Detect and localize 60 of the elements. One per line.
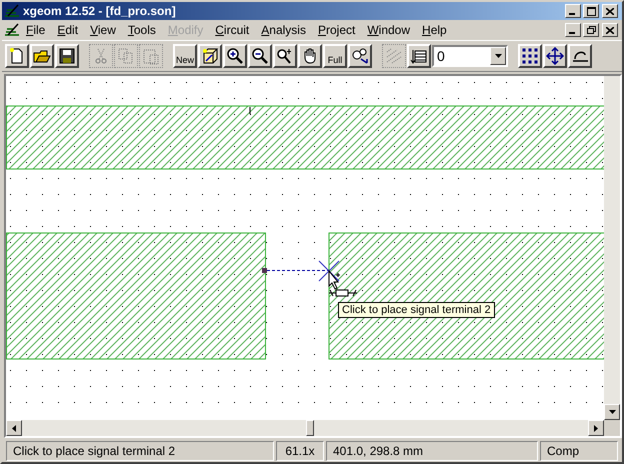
close-button[interactable] — [602, 4, 618, 18]
minimize-button[interactable] — [565, 4, 581, 18]
menu-item[interactable]: Edit — [51, 21, 84, 39]
menu-item[interactable]: Tools — [122, 21, 162, 39]
zoom-arrows-icon — [351, 47, 369, 65]
menu-item[interactable]: File — [20, 21, 52, 39]
menu-item[interactable]: Help — [416, 21, 453, 39]
hatched-strip[interactable] — [6, 106, 604, 170]
menu-item[interactable]: Project — [312, 21, 362, 39]
scrollbar-corner — [604, 420, 620, 436]
restore-button[interactable] — [583, 23, 599, 37]
toolbar-button[interactable]: New — [173, 44, 197, 68]
status-pane: Comp — [540, 441, 618, 461]
menu-item[interactable]: Window — [361, 21, 416, 39]
dropdown-arrow-icon — [494, 54, 502, 58]
zoom-in-icon — [226, 47, 244, 65]
close-icon — [606, 8, 614, 14]
copy-icon — [117, 47, 135, 65]
hatch-icon — [385, 47, 403, 65]
cube-icon — [201, 47, 219, 65]
minimize-button[interactable] — [565, 23, 581, 37]
menu-item[interactable]: View — [84, 21, 122, 39]
toolbar-button[interactable]: Full — [323, 44, 347, 68]
maximize-button[interactable] — [583, 4, 599, 18]
layout-canvas[interactable]: Click to place signal terminal 2 — [6, 76, 604, 420]
zoom-out-icon — [251, 47, 269, 65]
scroll-down-button[interactable] — [604, 404, 620, 420]
horizontal-scrollbar[interactable] — [6, 420, 604, 436]
menu-item[interactable]: Circuit — [209, 21, 256, 39]
move-arrows-icon — [546, 47, 564, 65]
layer-dropdown[interactable]: 0 — [432, 45, 508, 67]
window-title: xgeom 12.52 - [fd_pro.son] — [23, 3, 176, 20]
close-icon — [606, 26, 614, 34]
layers-icon — [410, 47, 428, 65]
menu-item[interactable]: Analysis — [255, 21, 312, 39]
left-arrow-icon — [12, 424, 16, 432]
close-button[interactable] — [602, 23, 618, 37]
dashed-line — [266, 270, 328, 271]
dot-grid-icon — [521, 47, 539, 65]
status-pane: Click to place signal terminal 2 — [6, 441, 274, 461]
status-pane: 61.1x — [276, 441, 324, 461]
maximize-icon — [586, 6, 596, 16]
paste-icon — [142, 47, 160, 65]
cursor-icon — [318, 260, 340, 290]
down-arrow-icon — [608, 410, 616, 414]
app-icon — [4, 4, 20, 18]
app-icon — [4, 23, 20, 37]
status-pane: 401.0, 298.8 mm — [326, 441, 538, 461]
scroll-thumb[interactable] — [306, 420, 314, 436]
restore-icon — [586, 26, 596, 34]
partial-icon — [572, 50, 588, 62]
tooltip: Click to place signal terminal 2 — [338, 302, 495, 318]
save-icon — [58, 47, 76, 65]
vertical-scrollbar[interactable] — [604, 76, 620, 436]
scroll-right-button[interactable] — [588, 420, 604, 436]
right-arrow-icon — [594, 424, 598, 432]
zoom-icon — [276, 47, 294, 65]
terminal-point — [262, 268, 267, 273]
scroll-left-button[interactable] — [6, 420, 22, 436]
terminal-symbol-icon — [328, 290, 358, 296]
